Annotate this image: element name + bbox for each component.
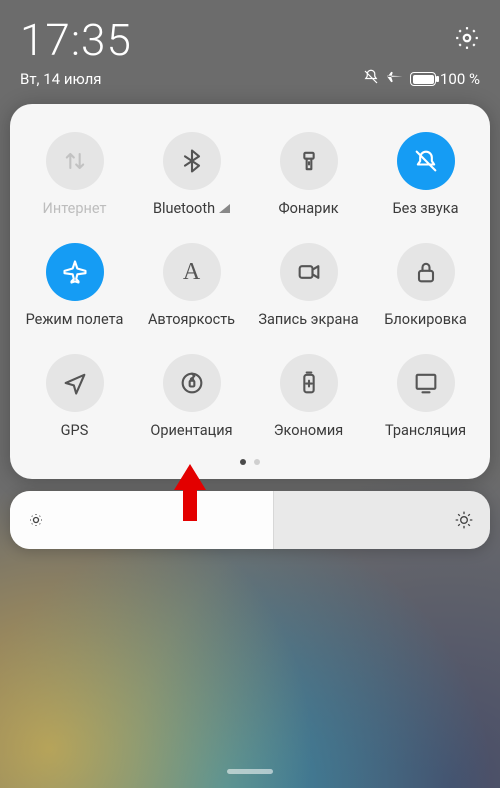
tile-gps[interactable]: GPS <box>16 354 133 439</box>
tile-label: Bluetooth <box>153 200 230 217</box>
tile-screen-record[interactable]: Запись экрана <box>250 243 367 328</box>
tile-flashlight[interactable]: Фонарик <box>250 132 367 217</box>
tile-airplane[interactable]: Режим полета <box>16 243 133 328</box>
bluetooth-icon <box>178 147 206 175</box>
cast-icon <box>412 369 440 397</box>
status-date: Вт, 14 июля <box>20 70 102 88</box>
tile-label: GPS <box>61 422 89 439</box>
airplane-icon <box>61 258 89 286</box>
tile-label: Интернет <box>43 200 107 217</box>
video-camera-icon <box>295 258 323 286</box>
tile-cast[interactable]: Трансляция <box>367 354 484 439</box>
tile-orientation[interactable]: Ориентация <box>133 354 250 439</box>
page-indicator <box>16 459 484 465</box>
mobile-data-icon <box>61 147 89 175</box>
signal-icon <box>219 204 230 213</box>
status-clock: 17:35 <box>20 14 132 66</box>
auto-brightness-icon: A <box>183 259 200 286</box>
tile-label: Режим полета <box>26 311 124 328</box>
tile-internet[interactable]: Интернет <box>16 132 133 217</box>
tile-label: Экономия <box>274 422 343 439</box>
brightness-slider[interactable] <box>10 491 490 549</box>
rotation-lock-icon <box>178 369 206 397</box>
bell-off-icon <box>412 147 440 175</box>
brightness-track <box>10 491 274 549</box>
tile-auto-brightness[interactable]: A Автояркость <box>133 243 250 328</box>
mute-icon <box>362 68 380 90</box>
flashlight-icon <box>295 147 323 175</box>
battery-plus-icon <box>295 369 323 397</box>
tile-lock[interactable]: Блокировка <box>367 243 484 328</box>
tile-silent[interactable]: Без звука <box>367 132 484 217</box>
quick-settings-panel: Интернет Bluetooth Фонарик Без звука Реж… <box>10 104 490 479</box>
settings-gear-icon[interactable] <box>454 25 480 55</box>
battery-percent: 100 % <box>440 70 480 88</box>
tile-label: Запись экрана <box>258 311 358 328</box>
airplane-icon <box>386 68 404 90</box>
brightness-high-icon <box>454 510 474 530</box>
panel-drag-handle[interactable] <box>227 769 273 774</box>
brightness-low-icon <box>26 510 46 530</box>
tile-bluetooth[interactable]: Bluetooth <box>133 132 250 217</box>
tile-label: Без звука <box>393 200 459 217</box>
tile-label: Трансляция <box>385 422 466 439</box>
lock-icon <box>412 258 440 286</box>
tile-label: Ориентация <box>150 422 232 439</box>
tile-label: Фонарик <box>278 200 338 217</box>
tile-label: Автояркость <box>148 311 235 328</box>
tile-battery-saver[interactable]: Экономия <box>250 354 367 439</box>
navigation-icon <box>61 369 89 397</box>
battery-indicator: 100 % <box>410 70 480 88</box>
tile-label: Блокировка <box>384 311 466 328</box>
